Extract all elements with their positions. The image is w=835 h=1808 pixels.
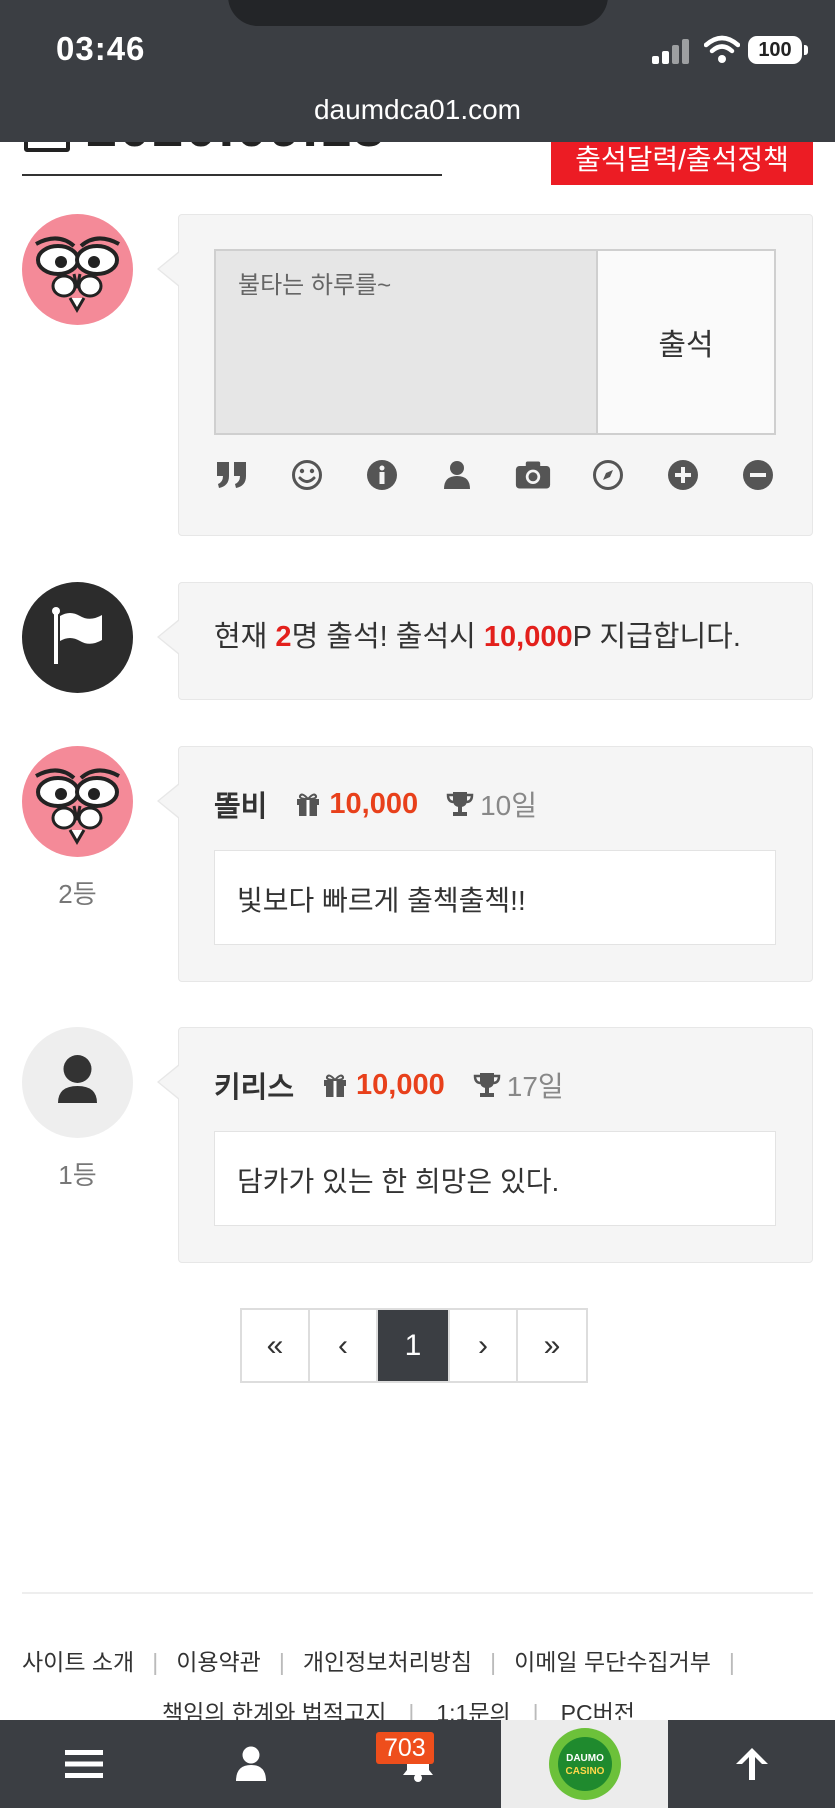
- status-bar: 03:46 100 daumdca01.com: [0, 0, 835, 142]
- url-bar[interactable]: daumdca01.com: [0, 94, 835, 126]
- user-name[interactable]: 키리스: [214, 1064, 294, 1106]
- profile-button[interactable]: [167, 1720, 334, 1808]
- write-panel: 불타는 하루를~ 출석: [157, 214, 813, 536]
- user-name[interactable]: 똘비: [214, 783, 267, 825]
- notice-middle: 명 출석! 출석시: [291, 621, 484, 653]
- user-icon: [58, 1055, 97, 1103]
- editor-toolbar: [214, 455, 776, 495]
- smile-icon[interactable]: [289, 457, 325, 493]
- camera-icon[interactable]: [515, 457, 551, 493]
- device-notch: [228, 0, 608, 26]
- gift-icon: [324, 1074, 347, 1097]
- footer-link-email-policy[interactable]: 이메일 무단수집거부: [514, 1649, 711, 1675]
- write-box: 불타는 하루를~ 출석: [214, 249, 776, 435]
- points-value: 10,000: [356, 1068, 445, 1101]
- logo-text-1: DAUMO: [566, 1753, 604, 1764]
- casino-logo-icon: DAUMO CASINO: [548, 1728, 621, 1800]
- avatar: [22, 1027, 133, 1138]
- scroll-top-button[interactable]: [668, 1720, 835, 1808]
- comment-text: 빛보다 빠르게 출첵출첵!!: [214, 850, 776, 945]
- flag-icon: [52, 607, 102, 664]
- footer-link-privacy[interactable]: 개인정보처리방침: [303, 1649, 472, 1675]
- user-icon: [235, 1746, 266, 1781]
- wifi-icon: [704, 35, 740, 63]
- next-page-button[interactable]: ›: [450, 1310, 518, 1381]
- minus-circle-icon[interactable]: [740, 457, 776, 493]
- pagination: « ‹ 1 › »: [240, 1308, 588, 1383]
- footer-links: 사이트 소개 | 이용약관 | 개인정보처리방침 | 이메일 무단수집거부 |: [22, 1649, 735, 1675]
- compass-icon[interactable]: [590, 457, 626, 493]
- avatar: [22, 746, 133, 857]
- attendee-count: 2: [275, 621, 292, 653]
- trophy-icon: [473, 1073, 501, 1097]
- footer-link-about[interactable]: 사이트 소개: [22, 1649, 134, 1675]
- flag-avatar: [22, 582, 133, 693]
- plus-circle-icon[interactable]: [665, 457, 701, 493]
- entry-meta: 똘비 10,000 10일: [214, 783, 537, 825]
- attendance-entry: 키리스 10,000 17일 담카가 있는 한 희망은 있다.: [157, 1027, 813, 1263]
- days-value: 10일: [480, 790, 537, 821]
- submit-attendance-button[interactable]: 출석: [596, 251, 774, 433]
- avatar: [22, 214, 133, 325]
- comment-text: 담카가 있는 한 희망은 있다.: [214, 1131, 776, 1226]
- last-page-button[interactable]: »: [518, 1310, 586, 1381]
- days-value: 17일: [506, 1071, 564, 1102]
- notification-badge: 703: [376, 1732, 434, 1764]
- attendance-notice: 현재 2명 출석! 출석시 10,000P 지급합니다.: [157, 582, 813, 700]
- footer-link-terms[interactable]: 이용약관: [176, 1649, 261, 1675]
- arrow-up-icon: [735, 1748, 768, 1780]
- points-value: 10,000: [329, 787, 419, 820]
- prev-page-button[interactable]: ‹: [310, 1310, 378, 1381]
- battery-indicator: 100: [748, 36, 808, 64]
- casino-logo-button[interactable]: DAUMO CASINO: [501, 1720, 668, 1808]
- notice-prefix: 현재: [214, 621, 276, 653]
- attendance-entry: 똘비 10,000 10일 빛보다 빠르게 출첵출첵!!: [157, 746, 813, 982]
- menu-icon: [64, 1750, 103, 1778]
- gift-icon: [297, 793, 320, 816]
- notice-suffix: P 지급합니다.: [572, 621, 741, 653]
- face-icon: [35, 236, 120, 313]
- trophy-icon: [446, 792, 474, 816]
- face-icon: [35, 768, 120, 845]
- signal-icon: [652, 38, 692, 64]
- info-icon[interactable]: [364, 457, 400, 493]
- comment-input[interactable]: 불타는 하루를~: [238, 265, 391, 300]
- entry-meta: 키리스 10,000 17일: [214, 1064, 564, 1106]
- current-page[interactable]: 1: [378, 1310, 450, 1381]
- rank-label: 2등: [58, 879, 97, 909]
- footer-divider: [22, 1592, 813, 1594]
- rank-label: 1등: [58, 1160, 97, 1190]
- status-time: 03:46: [56, 30, 146, 67]
- user-icon[interactable]: [439, 457, 475, 493]
- menu-button[interactable]: [0, 1720, 167, 1808]
- notice-text: 현재 2명 출석! 출석시 10,000P 지급합니다.: [214, 613, 741, 655]
- logo-text-2: CASINO: [565, 1766, 604, 1777]
- notice-points: 10,000: [483, 621, 573, 653]
- quote-icon[interactable]: [214, 457, 250, 493]
- first-page-button[interactable]: «: [242, 1310, 310, 1381]
- attendance-calendar-button[interactable]: 출석달력/출석정책: [551, 142, 813, 185]
